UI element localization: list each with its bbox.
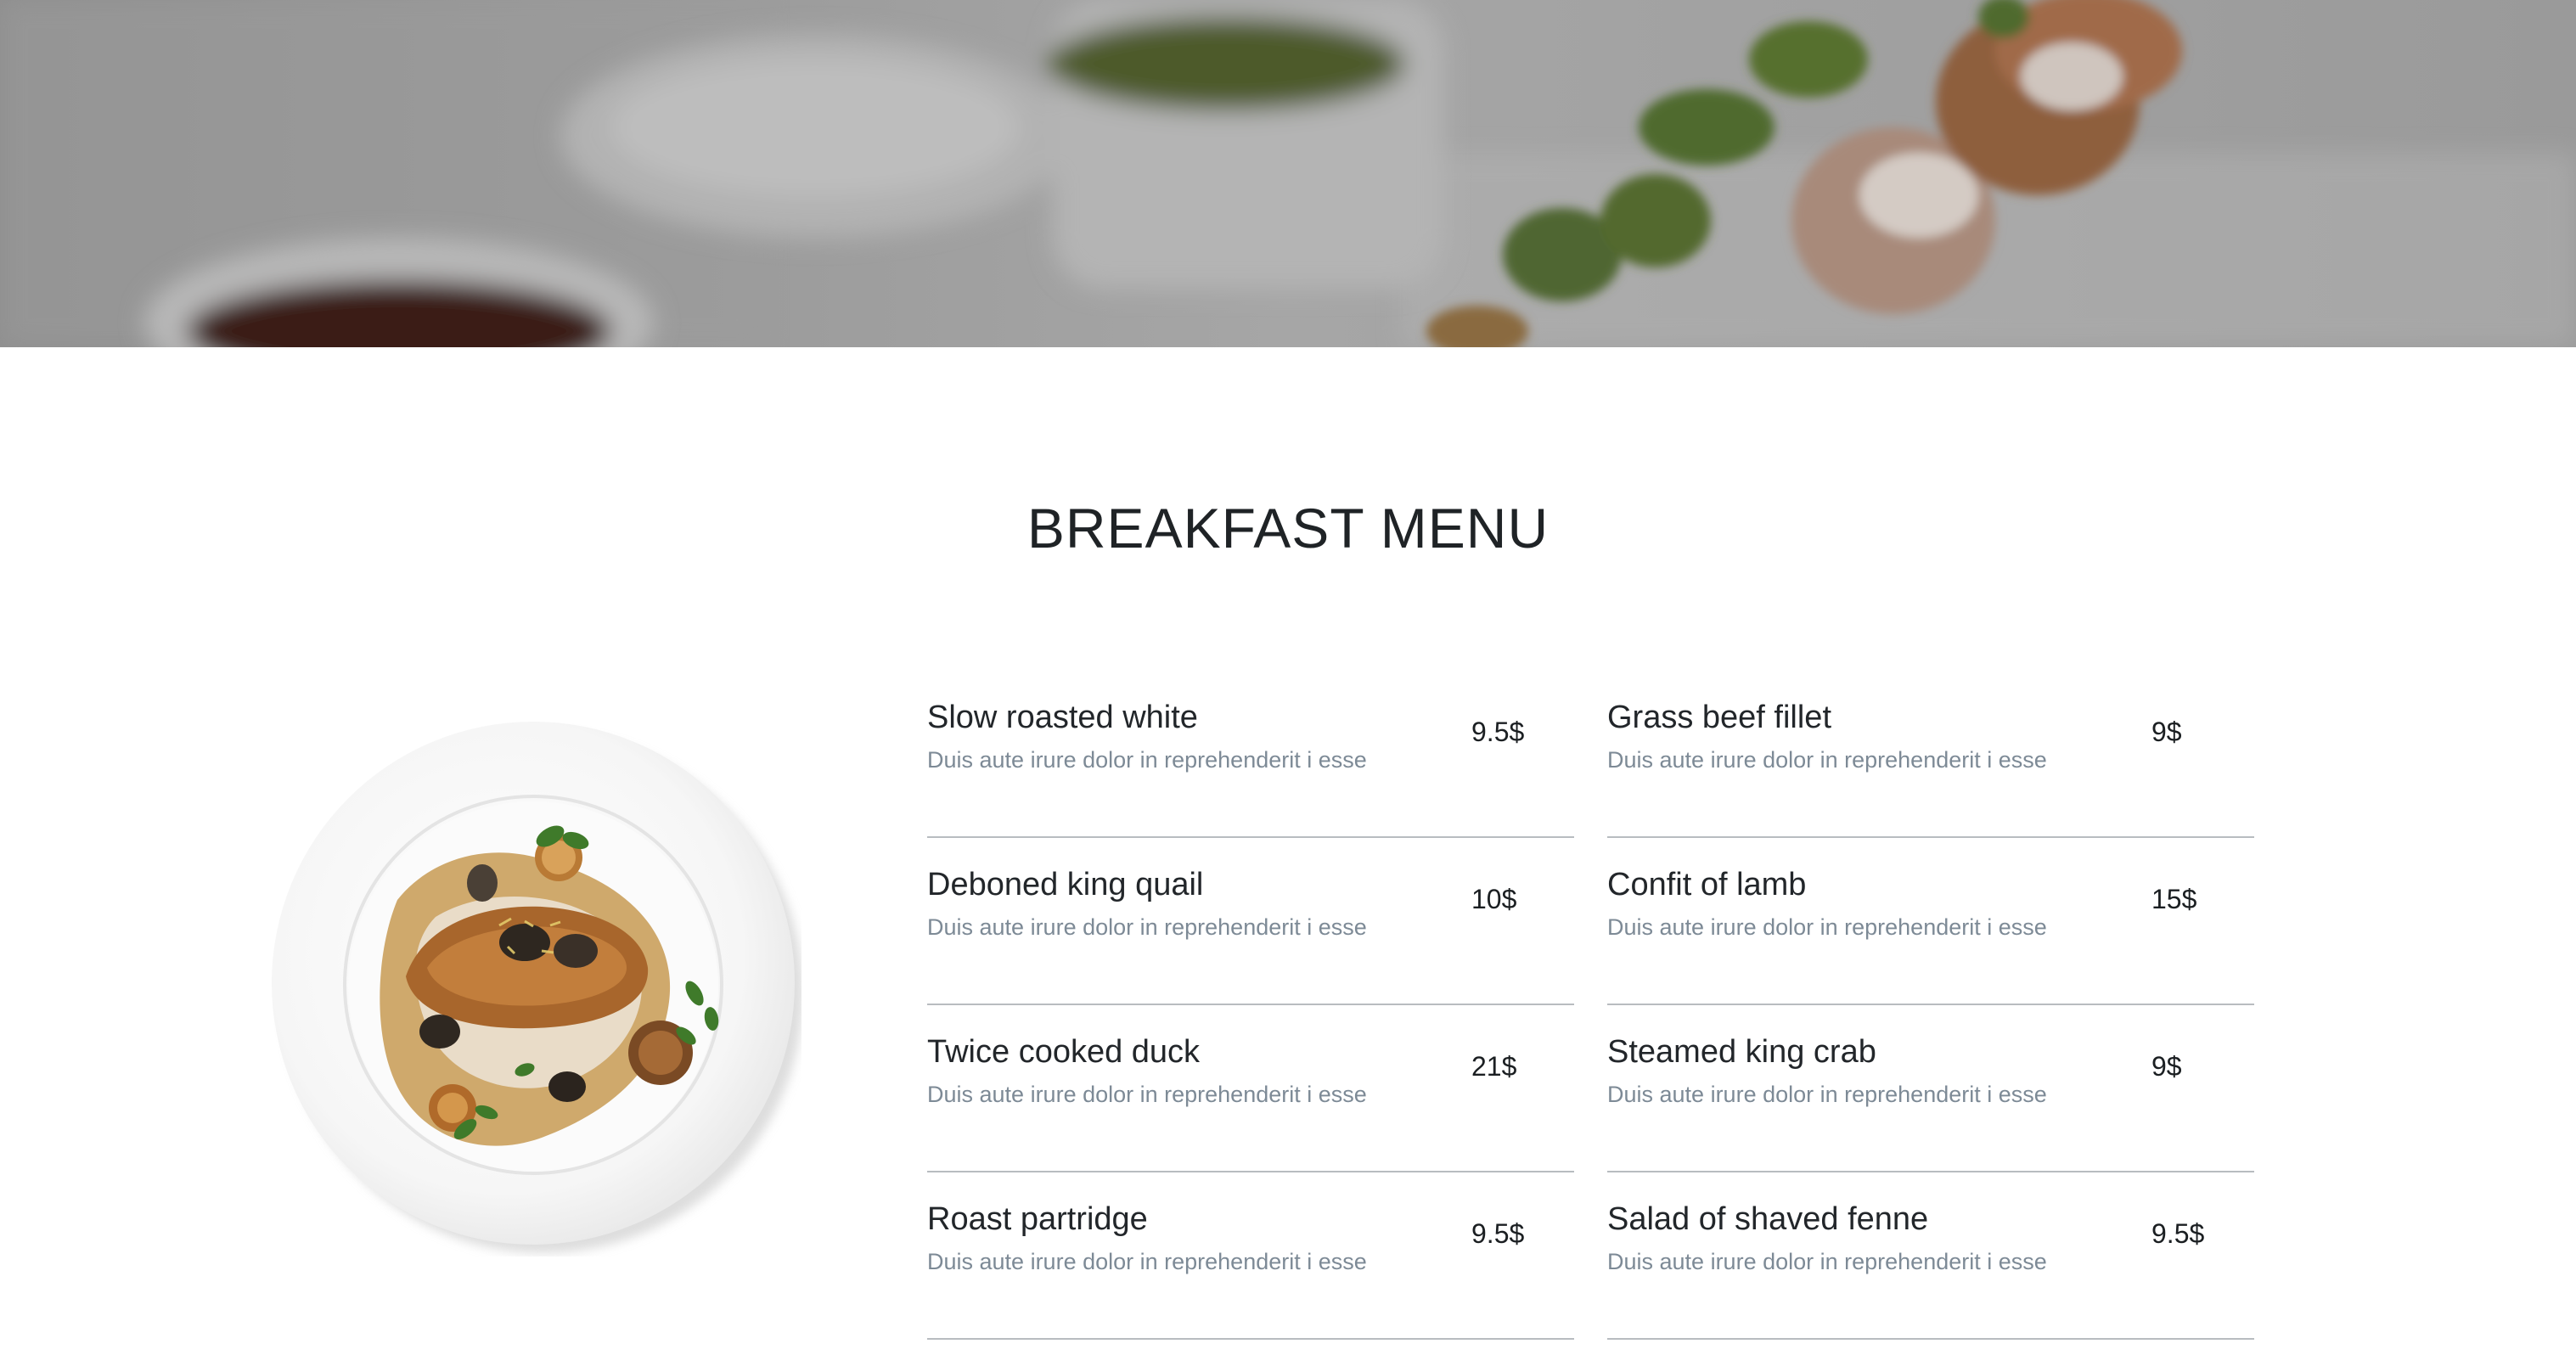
menu-item-name: Roast partridge — [927, 1201, 1148, 1237]
menu-item-price: 9.5$ — [1471, 1218, 1525, 1249]
menu-item-name: Grass beef fillet — [1607, 700, 1831, 735]
menu-item-description: Duis aute irure dolor in reprehenderit i… — [1607, 1249, 2047, 1274]
menu-item-description: Duis aute irure dolor in reprehenderit i… — [1607, 914, 2047, 940]
hero-banner-image — [0, 0, 2576, 347]
hero-photo — [0, 0, 2576, 347]
plate-photo — [272, 722, 803, 1253]
menu-item-name: Salad of shaved fenne — [1607, 1201, 1929, 1237]
menu-item-name: Confit of lamb — [1607, 867, 1807, 902]
menu-item: Steamed king crab Duis aute irure dolor … — [1607, 1005, 2254, 1172]
page: BREAKFAST MENU Slow roasted white Duis a… — [0, 0, 2576, 1355]
menu-item: Twice cooked duck Duis aute irure dolor … — [927, 1005, 1574, 1172]
menu-item-price: 9.5$ — [1471, 717, 1525, 747]
menu-item-price: 10$ — [1471, 884, 1517, 914]
menu-item-description: Duis aute irure dolor in reprehenderit i… — [1607, 747, 2047, 773]
menu-item-name: Deboned king quail — [927, 867, 1204, 902]
menu-item-description: Duis aute irure dolor in reprehenderit i… — [1607, 1082, 2047, 1107]
menu-item-price: 15$ — [2151, 884, 2197, 914]
menu-item-price: 9.5$ — [2151, 1218, 2205, 1249]
menu-item-description: Duis aute irure dolor in reprehenderit i… — [927, 747, 1367, 773]
menu-item-description: Duis aute irure dolor in reprehenderit i… — [927, 914, 1367, 940]
menu-item: Salad of shaved fenne Duis aute irure do… — [1607, 1172, 2254, 1340]
menu-item: Deboned king quail Duis aute irure dolor… — [927, 838, 1574, 1005]
menu-column-right: Grass beef fillet Duis aute irure dolor … — [1607, 671, 2254, 1340]
plate-image — [270, 713, 803, 1257]
menu-item: Slow roasted white Duis aute irure dolor… — [927, 671, 1574, 838]
menu-item: Roast partridge Duis aute irure dolor in… — [927, 1172, 1574, 1340]
menu-item-price: 21$ — [1471, 1051, 1517, 1082]
section-title-text: BREAKFAST MENU — [1026, 497, 1550, 559]
menu-item-description: Duis aute irure dolor in reprehenderit i… — [927, 1249, 1367, 1274]
menu-item-description: Duis aute irure dolor in reprehenderit i… — [927, 1082, 1367, 1107]
menu-item: Grass beef fillet Duis aute irure dolor … — [1607, 671, 2254, 838]
menu-item-price: 9$ — [2151, 1051, 2182, 1082]
menu-column-left: Slow roasted white Duis aute irure dolor… — [927, 671, 1574, 1340]
menu-item-name: Twice cooked duck — [927, 1034, 1201, 1070]
menu-item-name: Slow roasted white — [927, 700, 1198, 735]
section-title: BREAKFAST MENU — [0, 494, 2576, 562]
menu-item-name: Steamed king crab — [1607, 1034, 1876, 1070]
menu-item-price: 9$ — [2151, 717, 2182, 747]
menu-item: Confit of lamb Duis aute irure dolor in … — [1607, 838, 2254, 1005]
